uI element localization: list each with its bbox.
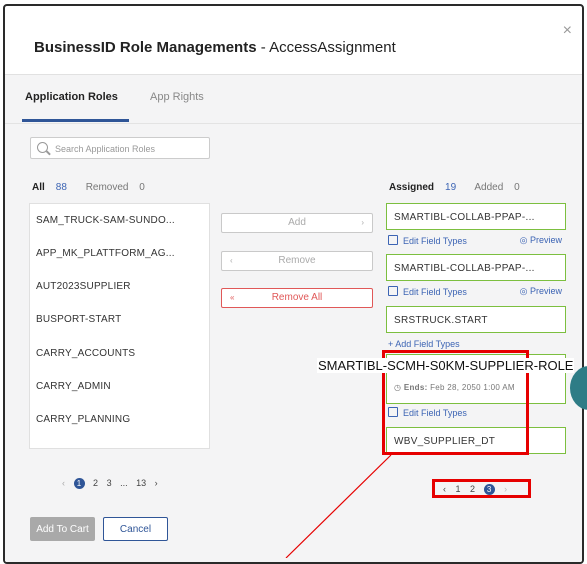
annotation-line [285,454,392,558]
